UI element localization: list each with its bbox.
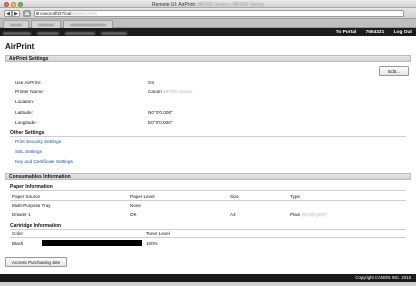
paper-source-header: Paper Source bbox=[12, 194, 41, 199]
bookmark-bar bbox=[0, 19, 416, 28]
paper-type-cell: Plain (60-89 g/m²) bbox=[290, 212, 327, 217]
header-actions: To Portal 7654321 Log Out bbox=[328, 30, 412, 35]
latitude-value: N0°0'0.000" bbox=[148, 110, 173, 115]
bookmark-item[interactable] bbox=[31, 20, 61, 28]
size-header: Size bbox=[230, 194, 239, 199]
location-label: Location: bbox=[15, 99, 35, 104]
divider bbox=[10, 200, 406, 201]
user-id: 7654321 bbox=[365, 29, 385, 35]
toner-level-header: Toner Level bbox=[146, 231, 170, 236]
paper-source-cell: Drawer 1 bbox=[12, 212, 31, 217]
key-certificate-settings-link[interactable]: Key and Certificate Settings bbox=[15, 159, 73, 164]
airprint-settings-header: AirPrint Settings bbox=[5, 55, 411, 62]
paper-level-cell: None bbox=[130, 203, 141, 208]
print-security-settings-link[interactable]: Print Security Settings bbox=[15, 139, 61, 144]
divider bbox=[10, 190, 406, 191]
type-header: Type bbox=[290, 194, 300, 199]
bookmark-item[interactable] bbox=[3, 20, 29, 28]
remote-ui-header: To Portal 7654321 Log Out bbox=[0, 28, 416, 36]
bookmark-item[interactable] bbox=[63, 20, 113, 28]
paper-size-cell: A4 bbox=[230, 212, 236, 217]
forward-button[interactable]: ▶ bbox=[12, 10, 20, 17]
printer-name-label: Printer Name: bbox=[15, 89, 44, 94]
printer-name-value: Canon MF000 Series bbox=[148, 89, 193, 94]
app-icon[interactable] bbox=[23, 10, 31, 17]
divider bbox=[10, 237, 406, 238]
to-portal-link[interactable]: To Portal bbox=[336, 30, 356, 35]
access-purchasing-site-button[interactable]: Access Purchasing Site bbox=[5, 257, 67, 267]
page-icon bbox=[36, 12, 39, 16]
window-bottom-edge bbox=[0, 282, 416, 286]
main-content: AirPrint AirPrint Settings Edit... Use A… bbox=[0, 36, 416, 274]
use-airprint-label: Use AirPrint: bbox=[15, 80, 42, 85]
window-titlebar: Remote UI: AirPrint: MF000 Series / MF00… bbox=[0, 0, 416, 8]
paper-source-cell: Multi-Purpose Tray bbox=[12, 203, 51, 208]
divider bbox=[10, 229, 406, 230]
use-airprint-value: On bbox=[148, 80, 155, 85]
paper-level-header: Paper Level bbox=[130, 194, 155, 199]
url-bar[interactable]: canon4f027/oal/airprint.html bbox=[34, 10, 404, 17]
device-name-blurred bbox=[3, 31, 153, 35]
paper-level-cell: OK bbox=[130, 212, 137, 217]
logout-link[interactable]: Log Out bbox=[394, 30, 412, 35]
edit-button[interactable]: Edit... bbox=[379, 66, 409, 76]
color-header: Color bbox=[12, 231, 23, 236]
browser-toolbar: ◀ ▶ canon4f027/oal/airprint.html bbox=[0, 8, 416, 19]
cartridge-color-cell: Black bbox=[12, 241, 24, 246]
footer: Copyright CANON INC. 2015 bbox=[0, 274, 416, 282]
grid-icon bbox=[24, 11, 30, 16]
longitude-label: Longitude: bbox=[15, 120, 37, 125]
consumables-header: Consumables Information bbox=[5, 173, 411, 180]
ssl-settings-link[interactable]: SSL Settings bbox=[15, 149, 42, 154]
toner-level-value: 100% bbox=[146, 241, 158, 246]
toner-level-bar bbox=[42, 240, 142, 246]
page-title: AirPrint bbox=[5, 42, 35, 51]
window-title: Remote UI: AirPrint: MF000 Series / MF00… bbox=[152, 1, 264, 8]
divider bbox=[10, 136, 406, 137]
latitude-label: Latitude: bbox=[15, 110, 33, 115]
back-button[interactable]: ◀ bbox=[4, 10, 12, 17]
longitude-value: E0°0'0.000" bbox=[148, 120, 173, 125]
